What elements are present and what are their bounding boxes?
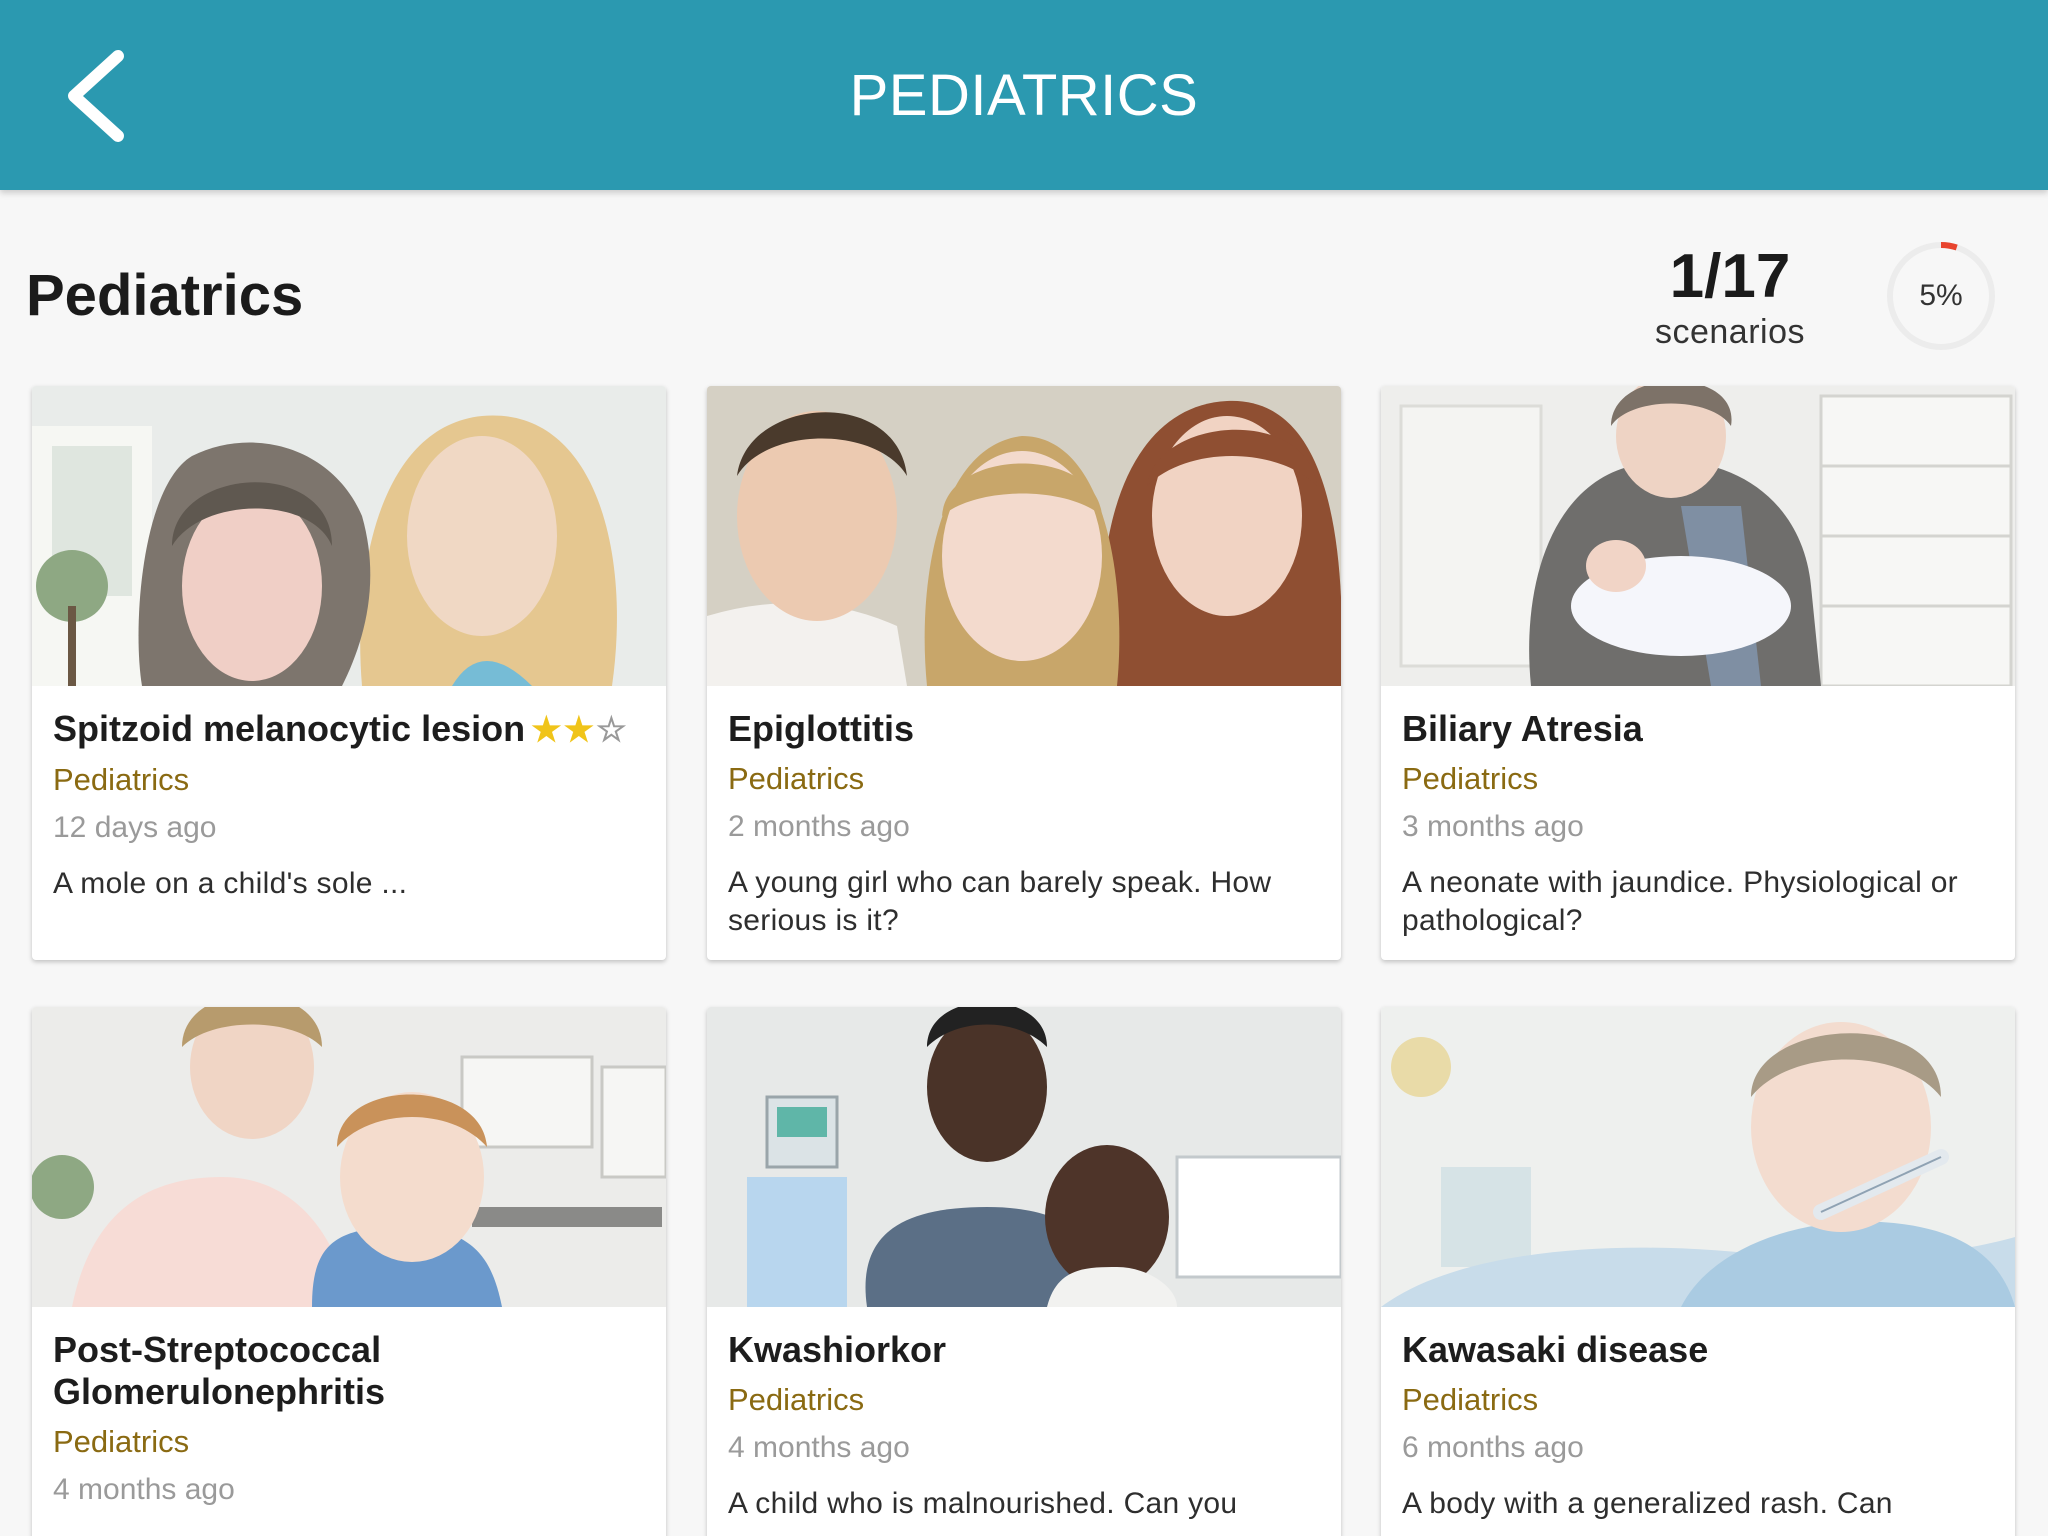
scenario-count-label: scenarios xyxy=(1654,313,1805,351)
scenario-category: Pediatrics xyxy=(53,1424,190,1459)
scenario-illustration xyxy=(1381,386,2015,686)
star-filled-icon: ★★ xyxy=(531,711,597,749)
scenario-title: Spitzoid melanocytic lesion ★★☆ xyxy=(53,708,629,749)
scenario-date: 3 months ago xyxy=(1402,810,1584,843)
scenario-card[interactable]: Kwashiorkor Pediatrics 4 months ago A ch… xyxy=(707,1007,1341,1536)
scenario-card[interactable]: Spitzoid melanocytic lesion ★★☆ Pediatric… xyxy=(32,386,666,960)
top-app-bar: PEDIATRICS xyxy=(0,0,2048,190)
scenario-description: A body with a generalized rash. Can xyxy=(1402,1487,1893,1520)
scenario-date: 12 days ago xyxy=(53,811,217,844)
scenario-count: 1/17 scenarios xyxy=(1620,242,1840,352)
scenario-date: 4 months ago xyxy=(53,1473,235,1506)
scenario-illustration xyxy=(707,1007,1341,1307)
scenario-description: A child who is malnourished. Can you xyxy=(728,1487,1238,1520)
progress-percent: 5% xyxy=(1919,279,1963,312)
progress-ring: 5% xyxy=(1885,240,1997,352)
scenario-category: Pediatrics xyxy=(1402,1382,1539,1417)
scenario-card[interactable]: Post-Streptococcal Glomerulonephritis Pe… xyxy=(32,1007,666,1536)
scenario-count-value: 1/17 xyxy=(1669,242,1791,311)
scenario-illustration xyxy=(32,1007,666,1307)
rating-stars: ★★☆ xyxy=(531,711,628,749)
scenario-card[interactable]: Biliary Atresia Pediatrics 3 months ago … xyxy=(1381,386,2015,960)
scenario-category: Pediatrics xyxy=(728,1382,865,1417)
scenario-category: Pediatrics xyxy=(728,761,865,796)
page-title: PEDIATRICS xyxy=(849,63,1199,128)
scenario-illustration xyxy=(707,386,1341,686)
scenario-date: 4 months ago xyxy=(728,1431,910,1464)
scenario-title: Kawasaki disease xyxy=(1402,1329,1709,1370)
scenario-category: Pediatrics xyxy=(53,762,190,797)
scenario-title: Biliary Atresia xyxy=(1402,708,1643,749)
scenario-description: A mole on a child's sole ... xyxy=(53,867,408,900)
scenario-category: Pediatrics xyxy=(1402,761,1539,796)
scenario-date: 2 months ago xyxy=(728,810,910,843)
scenario-description: A young girl who can barely speak. How s… xyxy=(728,866,1272,937)
star-empty-icon: ☆ xyxy=(596,711,629,749)
scenario-description: A neonate with jaundice. Physiological o… xyxy=(1402,866,1958,937)
scenario-illustration xyxy=(32,386,666,686)
scenario-date: 6 months ago xyxy=(1402,1431,1584,1464)
scenario-title: Post-Streptococcal Glomerulonephritis xyxy=(53,1329,386,1412)
scenario-card[interactable]: Epiglottitis Pediatrics 2 months ago A y… xyxy=(707,386,1341,960)
scenario-card[interactable]: Kawasaki disease Pediatrics 6 months ago… xyxy=(1381,1007,2015,1536)
scenario-title: Epiglottitis xyxy=(728,708,914,749)
scenario-title: Kwashiorkor xyxy=(728,1329,947,1370)
section-title: Pediatrics xyxy=(26,263,304,328)
scenario-illustration xyxy=(1381,1007,2015,1307)
